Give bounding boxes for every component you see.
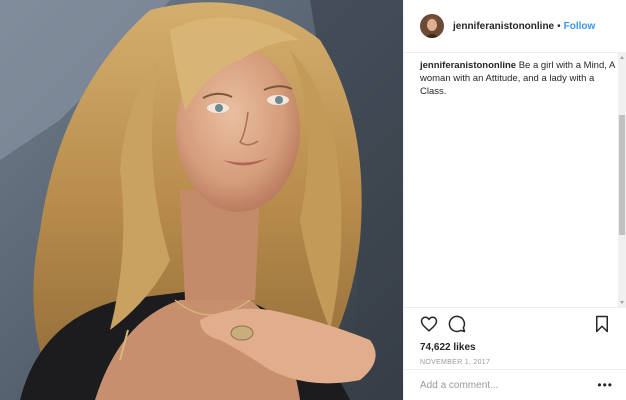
more-options-icon[interactable]: ••• bbox=[597, 379, 613, 391]
comment-input[interactable] bbox=[420, 379, 598, 391]
post-side-panel: jenniferanistononline • Follow jennifera… bbox=[403, 0, 626, 400]
post-actions: 74,622 likes NOVEMBER 1, 2017 bbox=[404, 307, 626, 366]
avatar-image bbox=[420, 14, 444, 38]
caption-username[interactable]: jenniferanistononline bbox=[420, 60, 516, 71]
comments-scrollbar[interactable] bbox=[618, 53, 626, 307]
scroll-down-icon[interactable] bbox=[620, 301, 624, 304]
portrait-image bbox=[0, 0, 403, 400]
follow-button[interactable]: Follow bbox=[564, 21, 596, 32]
likes-count[interactable]: 74,622 likes bbox=[420, 342, 611, 353]
bookmark-icon[interactable] bbox=[593, 315, 611, 333]
add-comment-bar: ••• bbox=[404, 369, 626, 400]
comment-icon[interactable] bbox=[448, 315, 466, 333]
scroll-up-icon[interactable] bbox=[620, 56, 624, 59]
heart-icon[interactable] bbox=[420, 315, 438, 333]
post-header: jenniferanistononline • Follow bbox=[404, 0, 626, 53]
header-username[interactable]: jenniferanistononline bbox=[453, 21, 554, 32]
instagram-post: jenniferanistononline • Follow jennifera… bbox=[0, 0, 626, 400]
post-photo[interactable] bbox=[0, 0, 403, 400]
comments-area: jenniferanistononline Be a girl with a M… bbox=[404, 53, 619, 307]
post-date: NOVEMBER 1, 2017 bbox=[420, 359, 491, 366]
header-separator: • bbox=[557, 20, 561, 32]
action-icon-row bbox=[420, 314, 611, 334]
scroll-thumb[interactable] bbox=[619, 115, 625, 235]
avatar[interactable] bbox=[420, 14, 444, 38]
